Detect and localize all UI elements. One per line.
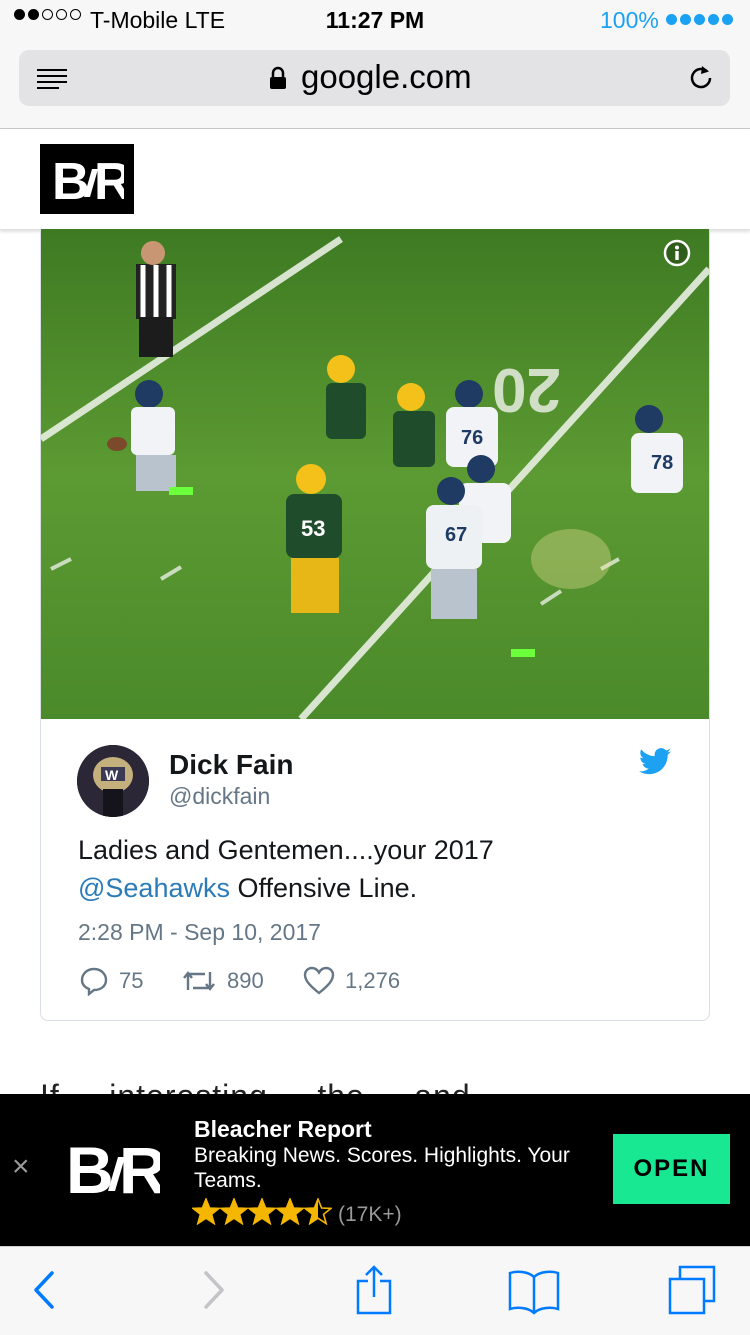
- svg-text:B: B: [52, 153, 90, 205]
- svg-text:B: B: [66, 1135, 114, 1201]
- reply-button[interactable]: 75: [79, 965, 143, 997]
- url-field[interactable]: google.com: [19, 50, 730, 106]
- star-icon: [304, 1198, 332, 1225]
- svg-text:R: R: [119, 1135, 160, 1201]
- svg-text:67: 67: [445, 524, 467, 546]
- battery-percentage: 100%: [600, 7, 659, 33]
- forward-icon[interactable]: [186, 1265, 242, 1315]
- browser-address-bar: google.com: [0, 40, 750, 129]
- like-button[interactable]: 1,276: [303, 965, 400, 997]
- reload-icon[interactable]: [687, 64, 715, 92]
- status-bar: T-Mobile LTE 11:27 PM 100%: [0, 0, 750, 40]
- bleacher-report-app-logo: B R: [62, 1128, 162, 1208]
- embedded-tweet[interactable]: 20 53 76 78 67 W Dick Fain @dickfain Lad…: [40, 229, 710, 1021]
- svg-text:76: 76: [461, 427, 483, 449]
- svg-text:78: 78: [651, 452, 673, 474]
- tweet-text-line-1: Ladies and Gentemen....your 2017: [78, 835, 494, 865]
- retweet-count: 890: [227, 968, 264, 993]
- tweet-text-rest: Offensive Line.: [229, 873, 418, 903]
- tweet-author-name[interactable]: Dick Fain: [169, 749, 293, 781]
- tweet-photo[interactable]: 20 53 76 78 67: [41, 229, 709, 719]
- lock-icon: [270, 66, 286, 89]
- avatar[interactable]: W: [77, 745, 149, 817]
- banner-description-line-1: Breaking News. Scores. Highlights. Your: [194, 1144, 570, 1167]
- back-icon[interactable]: [18, 1265, 74, 1315]
- banner-app-title: Bleacher Report: [194, 1116, 372, 1142]
- svg-text:20: 20: [492, 355, 561, 424]
- rating-count: (17K+): [338, 1203, 402, 1226]
- reader-icon[interactable]: [37, 68, 67, 90]
- svg-text:R: R: [94, 153, 124, 205]
- star-icon: [192, 1198, 220, 1225]
- tweet-author-handle[interactable]: @dickfain: [169, 783, 270, 810]
- star-icon: [276, 1198, 304, 1225]
- tabs-icon[interactable]: [664, 1265, 720, 1315]
- battery-icon: [666, 14, 733, 25]
- site-header: B R: [0, 129, 750, 230]
- open-app-button[interactable]: OPEN: [613, 1134, 730, 1204]
- retweet-icon: [183, 971, 215, 991]
- br-logo-mark: B R: [52, 153, 124, 205]
- star-icon: [220, 1198, 248, 1225]
- reply-count: 75: [119, 968, 144, 993]
- svg-text:W: W: [105, 767, 119, 783]
- star-icon: [248, 1198, 276, 1225]
- tweet-timestamp[interactable]: 2:28 PM - Sep 10, 2017: [78, 919, 321, 946]
- app-install-banner: × B R Bleacher Report Breaking News. Sco…: [0, 1094, 750, 1246]
- article-text-clipped: If ... interesting ... the ... and ...: [40, 1080, 710, 1094]
- rating-stars: [192, 1198, 332, 1225]
- twitter-bird-icon[interactable]: [639, 748, 671, 775]
- svg-text:53: 53: [301, 516, 325, 541]
- close-icon[interactable]: ×: [12, 1152, 36, 1182]
- tweet-text-line-2: @Seahawks Offensive Line.: [78, 873, 417, 904]
- browser-toolbar: [0, 1246, 750, 1335]
- banner-description-line-2: Teams.: [194, 1169, 262, 1192]
- heart-icon: [303, 966, 335, 995]
- reply-icon: [80, 967, 108, 996]
- mention-link[interactable]: @Seahawks: [78, 873, 230, 903]
- info-icon[interactable]: [663, 239, 691, 267]
- like-count: 1,276: [345, 968, 401, 993]
- bleacher-report-logo[interactable]: B R: [40, 144, 134, 214]
- bookmarks-icon[interactable]: [506, 1265, 562, 1315]
- retweet-button[interactable]: 890: [181, 965, 264, 997]
- article-paragraph: If ... interesting ... the ... and ...: [40, 1080, 510, 1094]
- share-icon[interactable]: [346, 1265, 402, 1315]
- url-text[interactable]: google.com: [301, 58, 472, 96]
